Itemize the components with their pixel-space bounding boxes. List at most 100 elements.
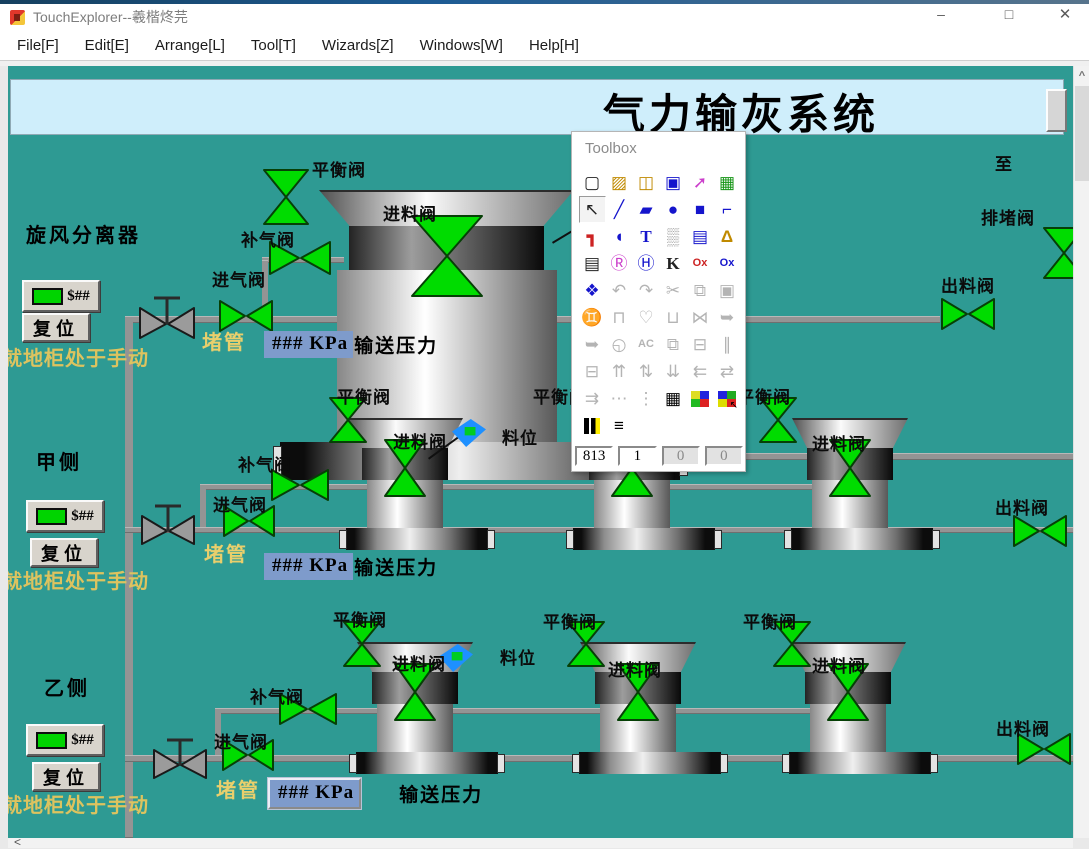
status-button[interactable]: $##	[22, 280, 100, 312]
toolbox-field-2: 0	[662, 446, 700, 466]
menu-arrange[interactable]: Arrange[L]	[142, 37, 238, 54]
menu-wizards[interactable]: Wizards[Z]	[309, 37, 407, 54]
font-case-icon[interactable]: AC	[633, 331, 660, 358]
vertical-scrollbar-thumb[interactable]	[1075, 86, 1089, 181]
color-picker-icon[interactable]	[714, 385, 741, 412]
report-tool-icon[interactable]: ▤	[579, 250, 606, 277]
distribute-v-icon[interactable]: ⇅	[633, 358, 660, 385]
save-icon[interactable]: ▣	[660, 169, 687, 196]
scroll-left-icon[interactable]: <	[14, 835, 21, 849]
vertical-scrollbar[interactable]: ^	[1073, 66, 1089, 838]
bring-front-icon[interactable]: ⧉	[660, 331, 687, 358]
manual-valve[interactable]	[152, 734, 208, 780]
toolbox-palette[interactable]: Toolbox ▢▨◫▣➚▦↖╱▰●■⌐┓◖T▒▤Δ▤ⓇⒽKOxOx❖↶↷✂⧉▣…	[571, 131, 746, 472]
status-button[interactable]: $##	[26, 724, 104, 756]
line-tool-icon[interactable]: ╱	[606, 196, 633, 223]
expression-icon[interactable]: K	[660, 250, 687, 277]
outlet-valve[interactable]	[940, 297, 996, 331]
pressure-value[interactable]: ### KPa	[264, 331, 353, 358]
flip-icon[interactable]: ⋈	[687, 304, 714, 331]
new-file-icon[interactable]: ▢	[579, 169, 606, 196]
align-bottom-icon[interactable]: ⊔	[660, 304, 687, 331]
purge-valve[interactable]	[1042, 226, 1073, 280]
manual-valve[interactable]	[140, 500, 196, 546]
grid-icon[interactable]: ▦	[660, 385, 687, 412]
control-tool-icon[interactable]: ▤	[687, 223, 714, 250]
align-right-icon[interactable]: ⇉	[579, 385, 606, 412]
align-down-icon[interactable]: ⇊	[660, 358, 687, 385]
reset-button[interactable]: 复位	[30, 538, 98, 567]
window-title: TouchExplorer--羲楷炵芫	[33, 7, 188, 27]
align-center-h-icon[interactable]: ⊟	[579, 358, 606, 385]
space-h-icon[interactable]: ⋯	[606, 385, 633, 412]
status-button[interactable]: $##	[26, 500, 104, 532]
window-style-icon[interactable]: ❖	[579, 277, 606, 304]
exit-door-icon[interactable]: ◫	[633, 169, 660, 196]
scroll-up-icon[interactable]: ^	[1074, 70, 1089, 82]
minimize-button[interactable]: –	[930, 3, 952, 25]
reset-button[interactable]: 复位	[22, 313, 90, 342]
nudge-icon[interactable]: ➥	[714, 304, 741, 331]
horizontal-scrollbar[interactable]: <	[8, 838, 1073, 848]
close-button[interactable]: ✕	[1054, 3, 1076, 25]
preview-screen-icon[interactable]: ▦	[714, 169, 741, 196]
open-folder-icon[interactable]: ▨	[606, 169, 633, 196]
outlet-valve[interactable]	[1012, 514, 1068, 548]
pipe-tool-icon[interactable]: ┓	[579, 223, 606, 250]
pressure-display[interactable]: ### KPa输送压力	[264, 331, 438, 358]
rotate-icon[interactable]: ◵	[606, 331, 633, 358]
toolbox-field-1[interactable]: 1	[618, 446, 656, 466]
pressure-value[interactable]: ### KPa	[264, 553, 353, 580]
hmi-canvas[interactable]: 气力输灰系统 平衡阀进料阀料位补气阀进气阀出料阀排堵阀至平衡阀平衡阀平衡阀进料阀…	[8, 66, 1073, 838]
cut-icon[interactable]: ✂	[660, 277, 687, 304]
toolbox-field-0[interactable]: 813	[575, 446, 613, 466]
fill-style-icon[interactable]	[579, 412, 606, 439]
feed-valve[interactable]	[410, 214, 484, 298]
mirror-icon[interactable]: ♊	[579, 304, 606, 331]
line-style-icon[interactable]: ≡	[606, 412, 633, 439]
polyline-tool-icon[interactable]: ⌐	[714, 196, 741, 223]
space-v-icon[interactable]: ⋮	[633, 385, 660, 412]
group-icon[interactable]: ♡	[633, 304, 660, 331]
bitmap-tool-icon[interactable]: ▒	[660, 223, 687, 250]
run-project-icon[interactable]: ➚	[687, 169, 714, 196]
balance-valve[interactable]	[262, 168, 310, 226]
paste-icon[interactable]: ▣	[714, 277, 741, 304]
db-input-icon[interactable]: Ox	[714, 250, 741, 277]
polygon-tool-icon[interactable]: ▰	[633, 196, 660, 223]
realtime-trend-icon[interactable]: Ⓡ	[606, 250, 633, 277]
db-output-icon[interactable]: Ox	[687, 250, 714, 277]
level-indicator[interactable]	[451, 418, 487, 448]
reset-button[interactable]: 复位	[32, 762, 100, 791]
ellipse-tool-icon[interactable]: ●	[660, 196, 687, 223]
palette-icon[interactable]	[687, 385, 714, 412]
maximize-button[interactable]: □	[998, 3, 1020, 25]
menu-help[interactable]: Help[H]	[516, 37, 592, 54]
align-left-icon[interactable]: ⇇	[687, 358, 714, 385]
outlet-valve-label: 出料阀	[941, 272, 995, 297]
menu-file[interactable]: File[F]	[4, 37, 72, 54]
split-icon[interactable]: ∥	[714, 331, 741, 358]
undo-icon[interactable]: ↶	[606, 277, 633, 304]
arc-tool-icon[interactable]: ◖	[606, 223, 633, 250]
align-up-icon[interactable]: ⇈	[606, 358, 633, 385]
pressure-display[interactable]: ### KPa输送压力	[264, 553, 438, 580]
manual-valve[interactable]	[138, 292, 196, 340]
banner-side-button[interactable]	[1046, 89, 1067, 132]
select-cursor-icon[interactable]: ↖	[579, 196, 606, 223]
menu-tool[interactable]: Tool[T]	[238, 37, 309, 54]
alarm-tool-icon[interactable]: Δ	[714, 223, 741, 250]
pressure-value[interactable]: ### KPa	[268, 778, 361, 809]
copy-icon[interactable]: ⧉	[687, 277, 714, 304]
redo-icon[interactable]: ↷	[633, 277, 660, 304]
pressure-display[interactable]: ### KPa输送压力	[268, 778, 483, 809]
history-trend-icon[interactable]: Ⓗ	[633, 250, 660, 277]
menu-edit[interactable]: Edit[E]	[72, 37, 142, 54]
nudge-down-icon[interactable]: ➥	[579, 331, 606, 358]
send-back-icon[interactable]: ⊟	[687, 331, 714, 358]
align-middle-icon[interactable]: ⇄	[714, 358, 741, 385]
rect-tool-icon[interactable]: ■	[687, 196, 714, 223]
menu-windows[interactable]: Windows[W]	[407, 37, 516, 54]
text-tool-icon[interactable]: T	[633, 223, 660, 250]
align-top-icon[interactable]: ⊓	[606, 304, 633, 331]
